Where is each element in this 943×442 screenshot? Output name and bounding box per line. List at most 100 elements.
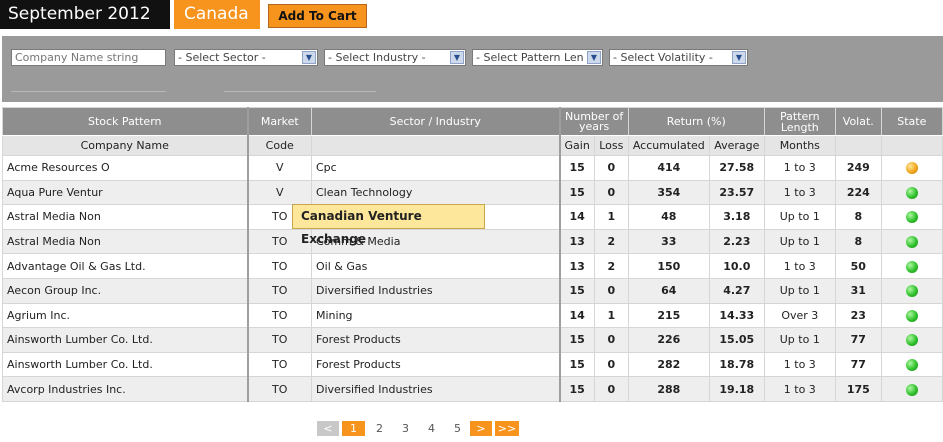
market-code-cell: TO: [246, 277, 312, 304]
state-cell: [880, 228, 943, 255]
volat-header[interactable]: Volat.: [834, 107, 882, 136]
volatility-select[interactable]: - Select Volatility - ▼: [609, 49, 748, 66]
table-row[interactable]: Ainsworth Lumber Co. Ltd. TO Forest Produc…: [2, 327, 943, 353]
company-name-input[interactable]: Company Name string: [11, 49, 166, 66]
market-tooltip: Canadian Venture Exchange: [292, 204, 485, 246]
gain-cell: 15: [558, 376, 595, 402]
table-row[interactable]: Avcorp Industries Inc. TO Diversified Indu…: [2, 376, 943, 402]
pattern-length-header[interactable]: Pattern Length: [763, 107, 836, 136]
pattern-length-cell: 1 to 3: [763, 253, 836, 279]
state-header[interactable]: State: [880, 107, 943, 136]
pattern-length-select-value: - Select Pattern Len: [476, 51, 584, 64]
state-cell: [880, 351, 943, 378]
state-cell: [880, 376, 943, 402]
state-cell: [880, 253, 943, 279]
page-1-button[interactable]: 1: [342, 421, 365, 436]
chevron-down-icon[interactable]: ▼: [587, 51, 601, 64]
market-header[interactable]: Market: [246, 107, 312, 136]
pattern-length-select[interactable]: - Select Pattern Len ▼: [472, 49, 603, 66]
pattern-length-cell: 1 to 3: [763, 376, 836, 402]
return-header: Return (%): [627, 107, 765, 136]
sector-cell: Mining: [311, 302, 560, 329]
company-name-cell[interactable]: Astral Media Non: [2, 228, 248, 255]
accumulated-cell: 354: [627, 179, 710, 206]
country-tab[interactable]: Canada: [174, 0, 260, 29]
sector-cell: Oil & Gas: [311, 253, 560, 279]
company-name-cell[interactable]: Ainsworth Lumber Co. Ltd.: [2, 351, 248, 378]
page-5-button[interactable]: 5: [446, 421, 469, 436]
pattern-length-cell: Up to 1: [763, 327, 836, 353]
chevron-down-icon[interactable]: ▼: [302, 51, 316, 64]
accumulated-cell: 33: [627, 228, 710, 255]
sector-cell: Forest Products: [311, 351, 560, 378]
state-cell: [880, 302, 943, 329]
market-code-cell: TO: [246, 327, 312, 353]
company-name-cell[interactable]: Avcorp Industries Inc.: [2, 376, 248, 402]
gain-header[interactable]: Gain: [558, 135, 595, 156]
pattern-length-cell: Up to 1: [763, 228, 836, 255]
sector-select[interactable]: - Select Sector - ▼: [174, 49, 318, 66]
top-bar: September 2012 Canada Add To Cart: [0, 0, 943, 30]
industry-select[interactable]: - Select Industry - ▼: [324, 49, 466, 66]
accumulated-cell: 215: [627, 302, 710, 329]
table-row[interactable]: Aecon Group Inc. TO Diversified Industries…: [2, 277, 943, 304]
status-dot-icon: [905, 236, 918, 249]
gain-cell: 15: [558, 351, 595, 378]
average-header[interactable]: Average: [708, 135, 765, 156]
average-cell: 4.27: [708, 277, 765, 304]
company-name-cell[interactable]: Agrium Inc.: [2, 302, 248, 329]
status-dot-icon: [905, 359, 918, 372]
pattern-length-cell: 1 to 3: [763, 155, 836, 181]
table-row[interactable]: Ainsworth Lumber Co. Ltd. TO Forest Produc…: [2, 351, 943, 378]
accumulated-header[interactable]: Accumulated: [627, 135, 710, 156]
company-name-cell[interactable]: Ainsworth Lumber Co. Ltd.: [2, 327, 248, 353]
volat-cell: 77: [834, 327, 882, 353]
stock-pattern-header[interactable]: Stock Pattern: [2, 107, 248, 136]
table-row[interactable]: Aqua Pure Ventur V Clean Technology 15 0 354 2…: [2, 179, 943, 206]
company-name-header[interactable]: Company Name: [2, 135, 248, 156]
company-name-cell[interactable]: Aqua Pure Ventur: [2, 179, 248, 206]
volat-cell: 50: [834, 253, 882, 279]
table-row[interactable]: Acme Resources O V Cpc 15 0 414 27.58 1 to 3 249: [2, 155, 943, 181]
company-name-cell[interactable]: Aecon Group Inc.: [2, 277, 248, 304]
average-cell: 18.78: [708, 351, 765, 378]
loss-cell: 0: [593, 179, 629, 206]
table-row[interactable]: Advantage Oil & Gas Ltd. TO Oil & Gas 13 2 15…: [2, 253, 943, 279]
market-code-cell: TO: [246, 253, 312, 279]
loss-header[interactable]: Loss: [593, 135, 629, 156]
average-cell: 14.33: [708, 302, 765, 329]
last-page-button[interactable]: >>: [495, 421, 519, 436]
volat-cell: 224: [834, 179, 882, 206]
loss-cell: 0: [593, 376, 629, 402]
volat-cell: 77: [834, 351, 882, 378]
chevron-down-icon[interactable]: ▼: [732, 51, 746, 64]
page-3-button[interactable]: 3: [394, 421, 417, 436]
company-name-cell[interactable]: Astral Media Non: [2, 204, 248, 230]
page-4-button[interactable]: 4: [420, 421, 443, 436]
stock-pattern-table: Stock Pattern Market Sector / Industry N…: [2, 107, 943, 402]
status-dot-icon: [905, 162, 918, 175]
volat-cell: 31: [834, 277, 882, 304]
table-header-group: Stock Pattern Market Sector / Industry N…: [2, 107, 943, 136]
next-page-button[interactable]: >: [470, 421, 492, 436]
sector-cell: Cpc: [311, 155, 560, 181]
company-name-cell[interactable]: Advantage Oil & Gas Ltd.: [2, 253, 248, 279]
table-row[interactable]: Astral Media NonTOComm & Media132332.23U…: [2, 228, 943, 255]
market-code-cell: V: [246, 155, 312, 181]
page-2-button[interactable]: 2: [368, 421, 391, 436]
code-header[interactable]: Code: [246, 135, 312, 156]
pattern-length-cell: 1 to 3: [763, 351, 836, 378]
sector-industry-header[interactable]: Sector / Industry: [311, 107, 560, 136]
divider: [224, 91, 376, 92]
status-dot-icon: [905, 334, 918, 347]
loss-cell: 0: [593, 155, 629, 181]
pattern-length-cell: Over 3: [763, 302, 836, 329]
chevron-down-icon[interactable]: ▼: [450, 51, 464, 64]
volat-cell: 8: [834, 228, 882, 255]
months-header: Months: [763, 135, 836, 156]
table-row[interactable]: Agrium Inc. TO Mining 14 1 215 14.33 Over 3 23: [2, 302, 943, 329]
average-cell: 19.18: [708, 376, 765, 402]
company-name-cell[interactable]: Acme Resources O: [2, 155, 248, 181]
prev-page-button[interactable]: <: [317, 421, 339, 436]
add-to-cart-button[interactable]: Add To Cart: [268, 4, 367, 28]
